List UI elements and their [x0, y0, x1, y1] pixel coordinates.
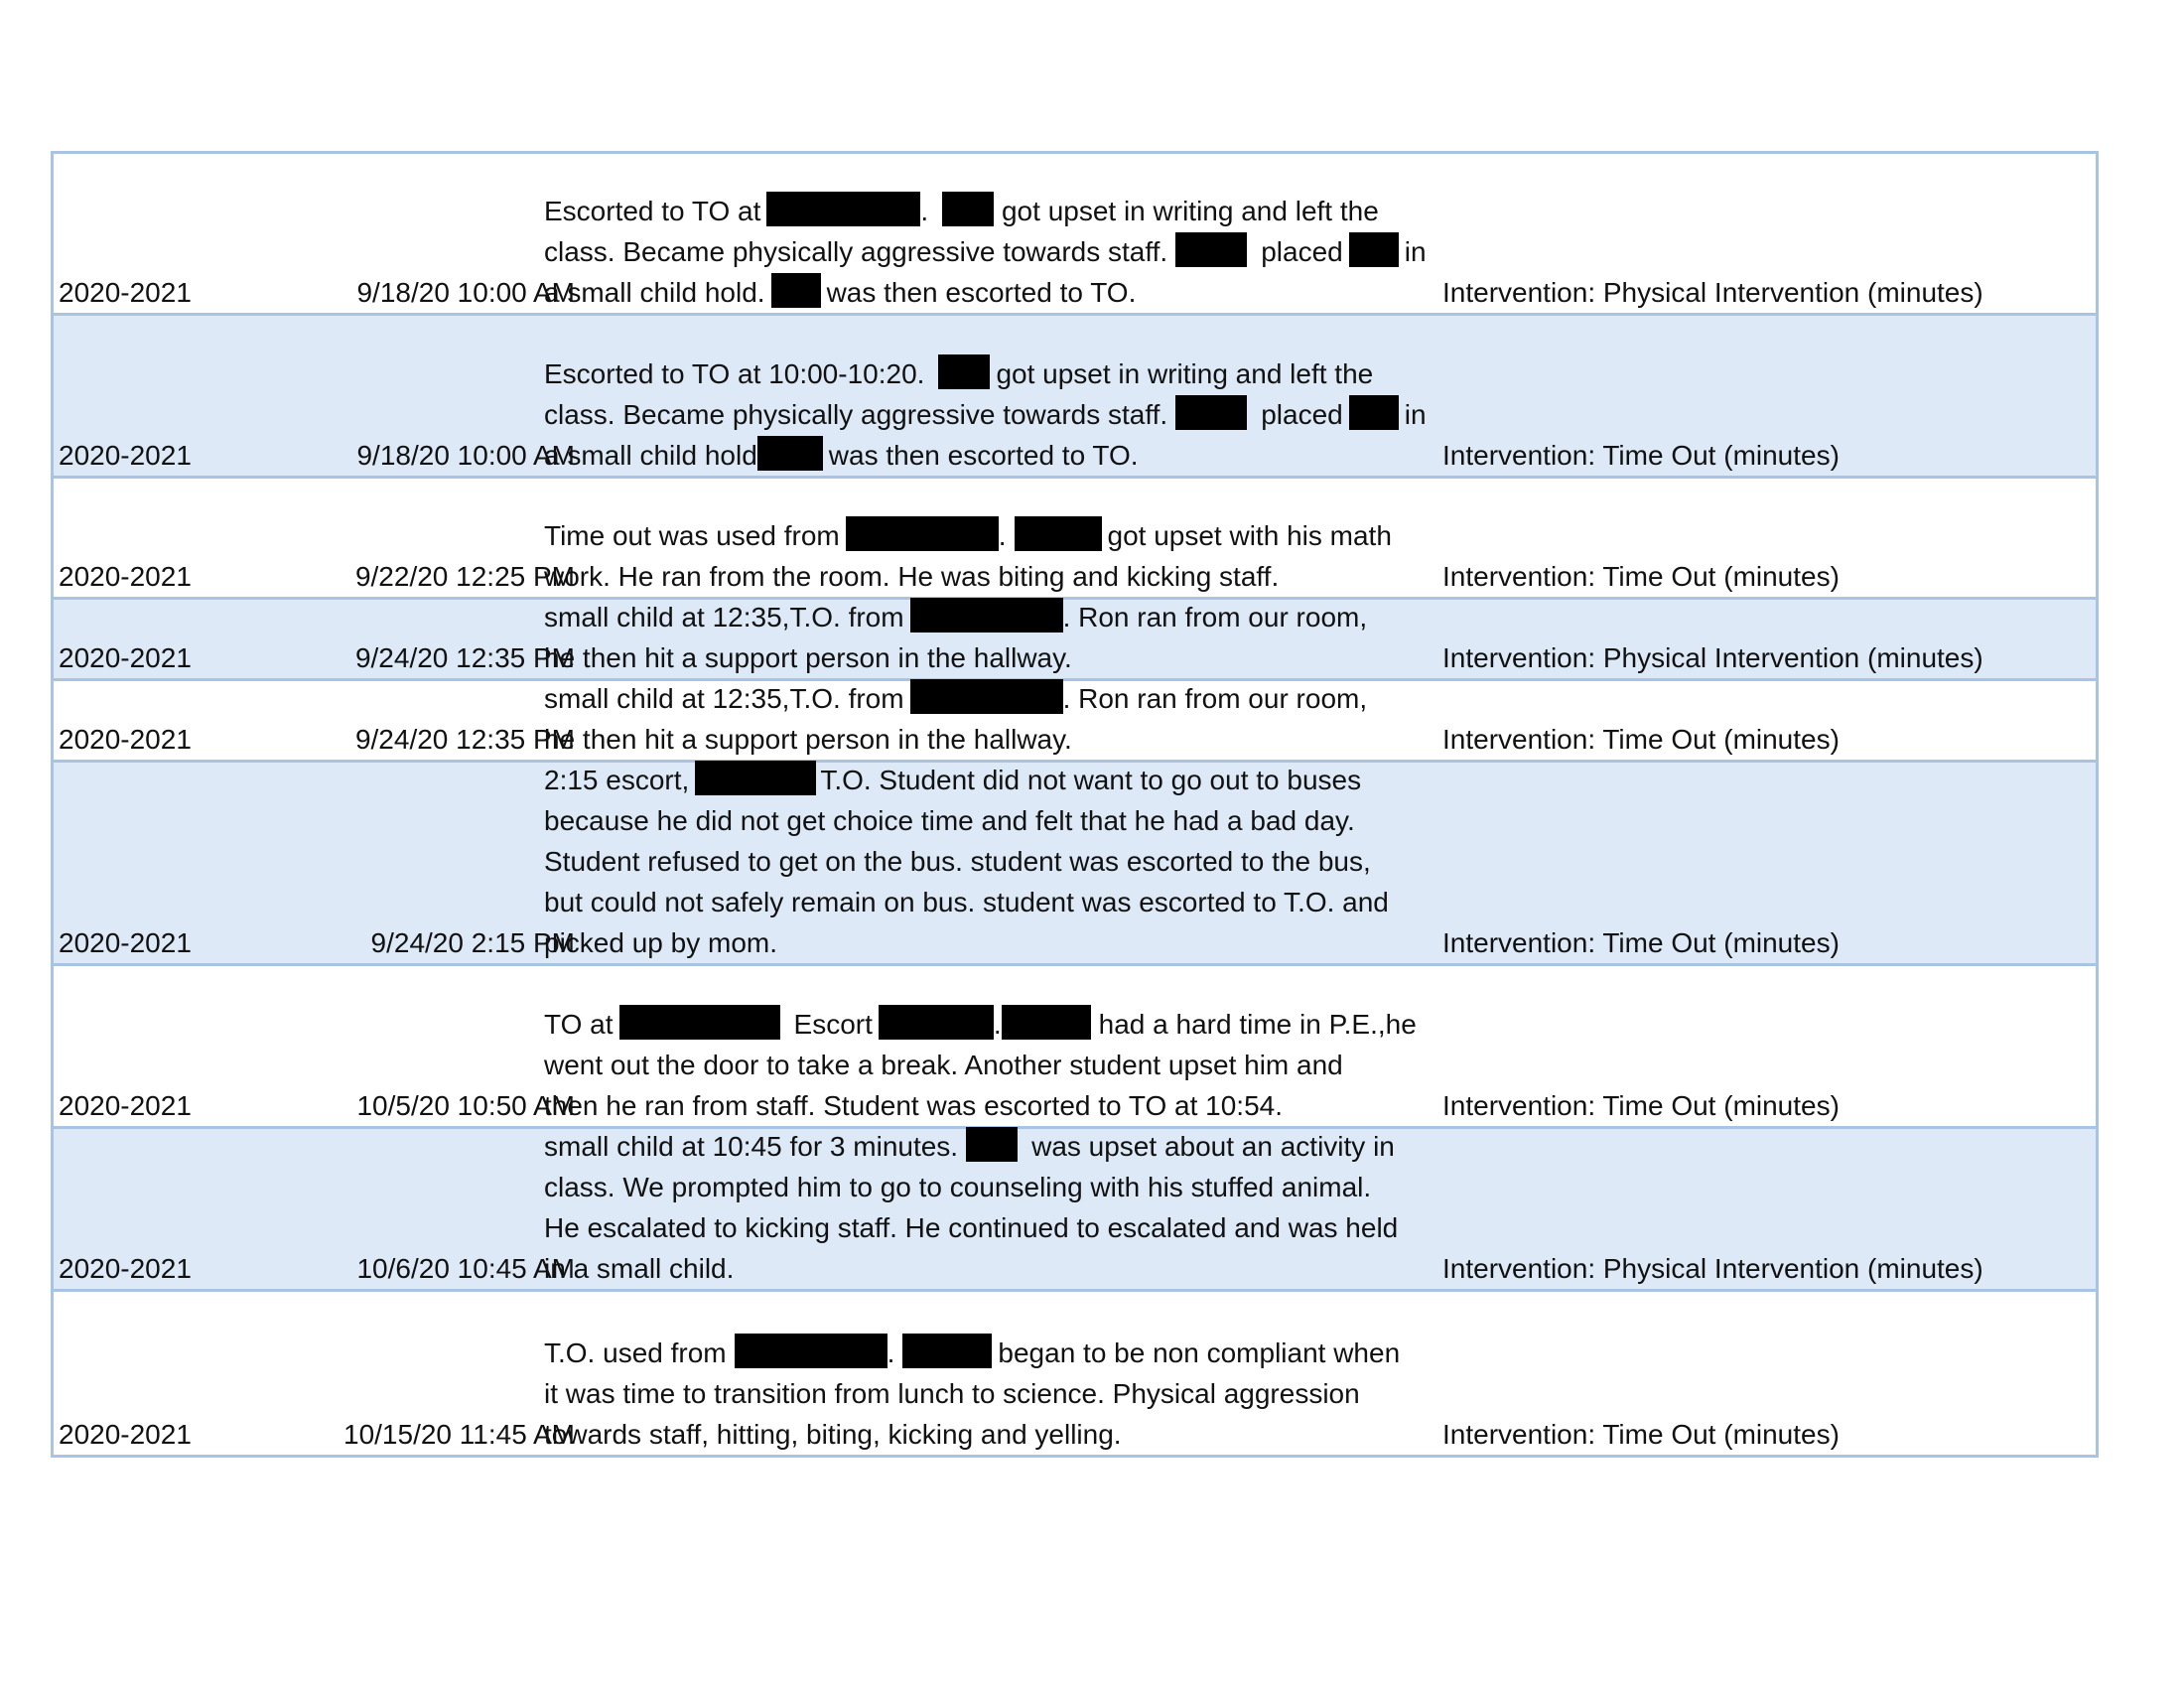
school-year: 2020-2021: [59, 1253, 192, 1284]
table-row: 2020-2021 9/18/20 10:00 AM Escorted to T…: [54, 316, 2096, 479]
incident-description: Escorted to TO at 10:00-10:20. got upset …: [544, 353, 1457, 476]
redaction-box: [770, 273, 821, 308]
table-row: 2020-2021 9/22/20 12:25 PM Time out was …: [54, 479, 2096, 600]
redaction-box: [909, 679, 1063, 714]
redaction-box: [1014, 516, 1102, 551]
incident-datetime: 9/24/20 12:35 PM: [354, 642, 575, 673]
incident-description: small child at 12:35,T.O. from. Ron ran …: [544, 678, 1457, 760]
school-year: 2020-2021: [59, 642, 192, 673]
redaction-box: [1348, 395, 1399, 430]
intervention-type: Intervention: Time Out (minutes): [1442, 561, 1840, 592]
incident-datetime: 9/18/20 10:00 AM: [356, 440, 575, 471]
redaction-box: [909, 598, 1063, 633]
incident-datetime: 9/18/20 10:00 AM: [356, 277, 575, 308]
incident-description: 2:15 escort, T.O. Student did not want to…: [544, 760, 1457, 963]
redaction-box: [942, 192, 995, 226]
incident-datetime: 10/6/20 10:45 AM: [356, 1253, 575, 1284]
intervention-type: Intervention: Time Out (minutes): [1442, 1419, 1840, 1450]
table-row: 2020-2021 9/18/20 10:00 AM Escorted to T…: [54, 154, 2096, 316]
redaction-box: [1001, 1005, 1091, 1040]
incident-description: Time out was used from. got upset with hi…: [544, 515, 1457, 597]
intervention-type: Intervention: Time Out (minutes): [1442, 724, 1840, 755]
redaction-box: [618, 1005, 780, 1040]
incident-datetime: 9/24/20 12:35 PM: [354, 724, 575, 755]
table-row: 2020-2021 9/24/20 12:35 PM small child a…: [54, 678, 2096, 763]
incident-description: TO at Escort. had a hard time in P.E.,he w…: [544, 1004, 1457, 1126]
school-year: 2020-2021: [59, 1419, 192, 1450]
school-year: 2020-2021: [59, 440, 192, 471]
redaction-box: [1348, 232, 1399, 267]
school-year: 2020-2021: [59, 724, 192, 755]
table-row: 2020-2021 10/6/20 10:45 AM small child a…: [54, 1126, 2096, 1292]
redaction-box: [878, 1005, 994, 1040]
school-year: 2020-2021: [59, 277, 192, 308]
incident-description: T.O. used from. began to be non compliant…: [544, 1333, 1457, 1455]
school-year: 2020-2021: [59, 561, 192, 592]
redaction-box: [1175, 232, 1248, 267]
table-row: 2020-2021 9/24/20 12:35 PM small child a…: [54, 597, 2096, 681]
redaction-box: [756, 436, 823, 471]
intervention-type: Intervention: Physical Intervention (min…: [1442, 642, 1983, 673]
intervention-type: Intervention: Time Out (minutes): [1442, 440, 1840, 471]
redaction-box: [734, 1334, 887, 1368]
intervention-type: Intervention: Time Out (minutes): [1442, 1090, 1840, 1121]
intervention-type: Intervention: Time Out (minutes): [1442, 927, 1840, 958]
school-year: 2020-2021: [59, 927, 192, 958]
incident-description: small child at 12:35,T.O. from. Ron ran …: [544, 597, 1457, 678]
incident-description: small child at 10:45 for 3 minutes. was u…: [544, 1126, 1457, 1289]
school-year: 2020-2021: [59, 1090, 192, 1121]
redaction-box: [1175, 395, 1248, 430]
incident-datetime: 9/22/20 12:25 PM: [354, 561, 575, 592]
table-row: 2020-2021 9/24/20 2:15 PM 2:15 escort, T.…: [54, 760, 2096, 966]
redaction-box: [966, 1127, 1019, 1162]
redaction-box: [938, 354, 991, 389]
incident-table: 2020-2021 9/18/20 10:00 AM Escorted to T…: [51, 151, 2099, 1458]
redaction-box: [695, 761, 817, 795]
table-row: 2020-2021 10/15/20 11:45 AM T.O. used fr…: [54, 1292, 2096, 1455]
intervention-type: Intervention: Physical Intervention (min…: [1442, 1253, 1983, 1284]
redaction-box: [845, 516, 999, 551]
intervention-type: Intervention: Physical Intervention (min…: [1442, 277, 1983, 308]
incident-datetime: 10/5/20 10:50 AM: [356, 1090, 575, 1121]
redaction-box: [766, 192, 921, 226]
table-row: 2020-2021 10/5/20 10:50 AM TO at Escort. h…: [54, 966, 2096, 1129]
incident-datetime: 10/15/20 11:45 AM: [343, 1419, 575, 1450]
redaction-box: [902, 1334, 993, 1368]
incident-description: Escorted to TO at. got upset in writing …: [544, 191, 1457, 313]
